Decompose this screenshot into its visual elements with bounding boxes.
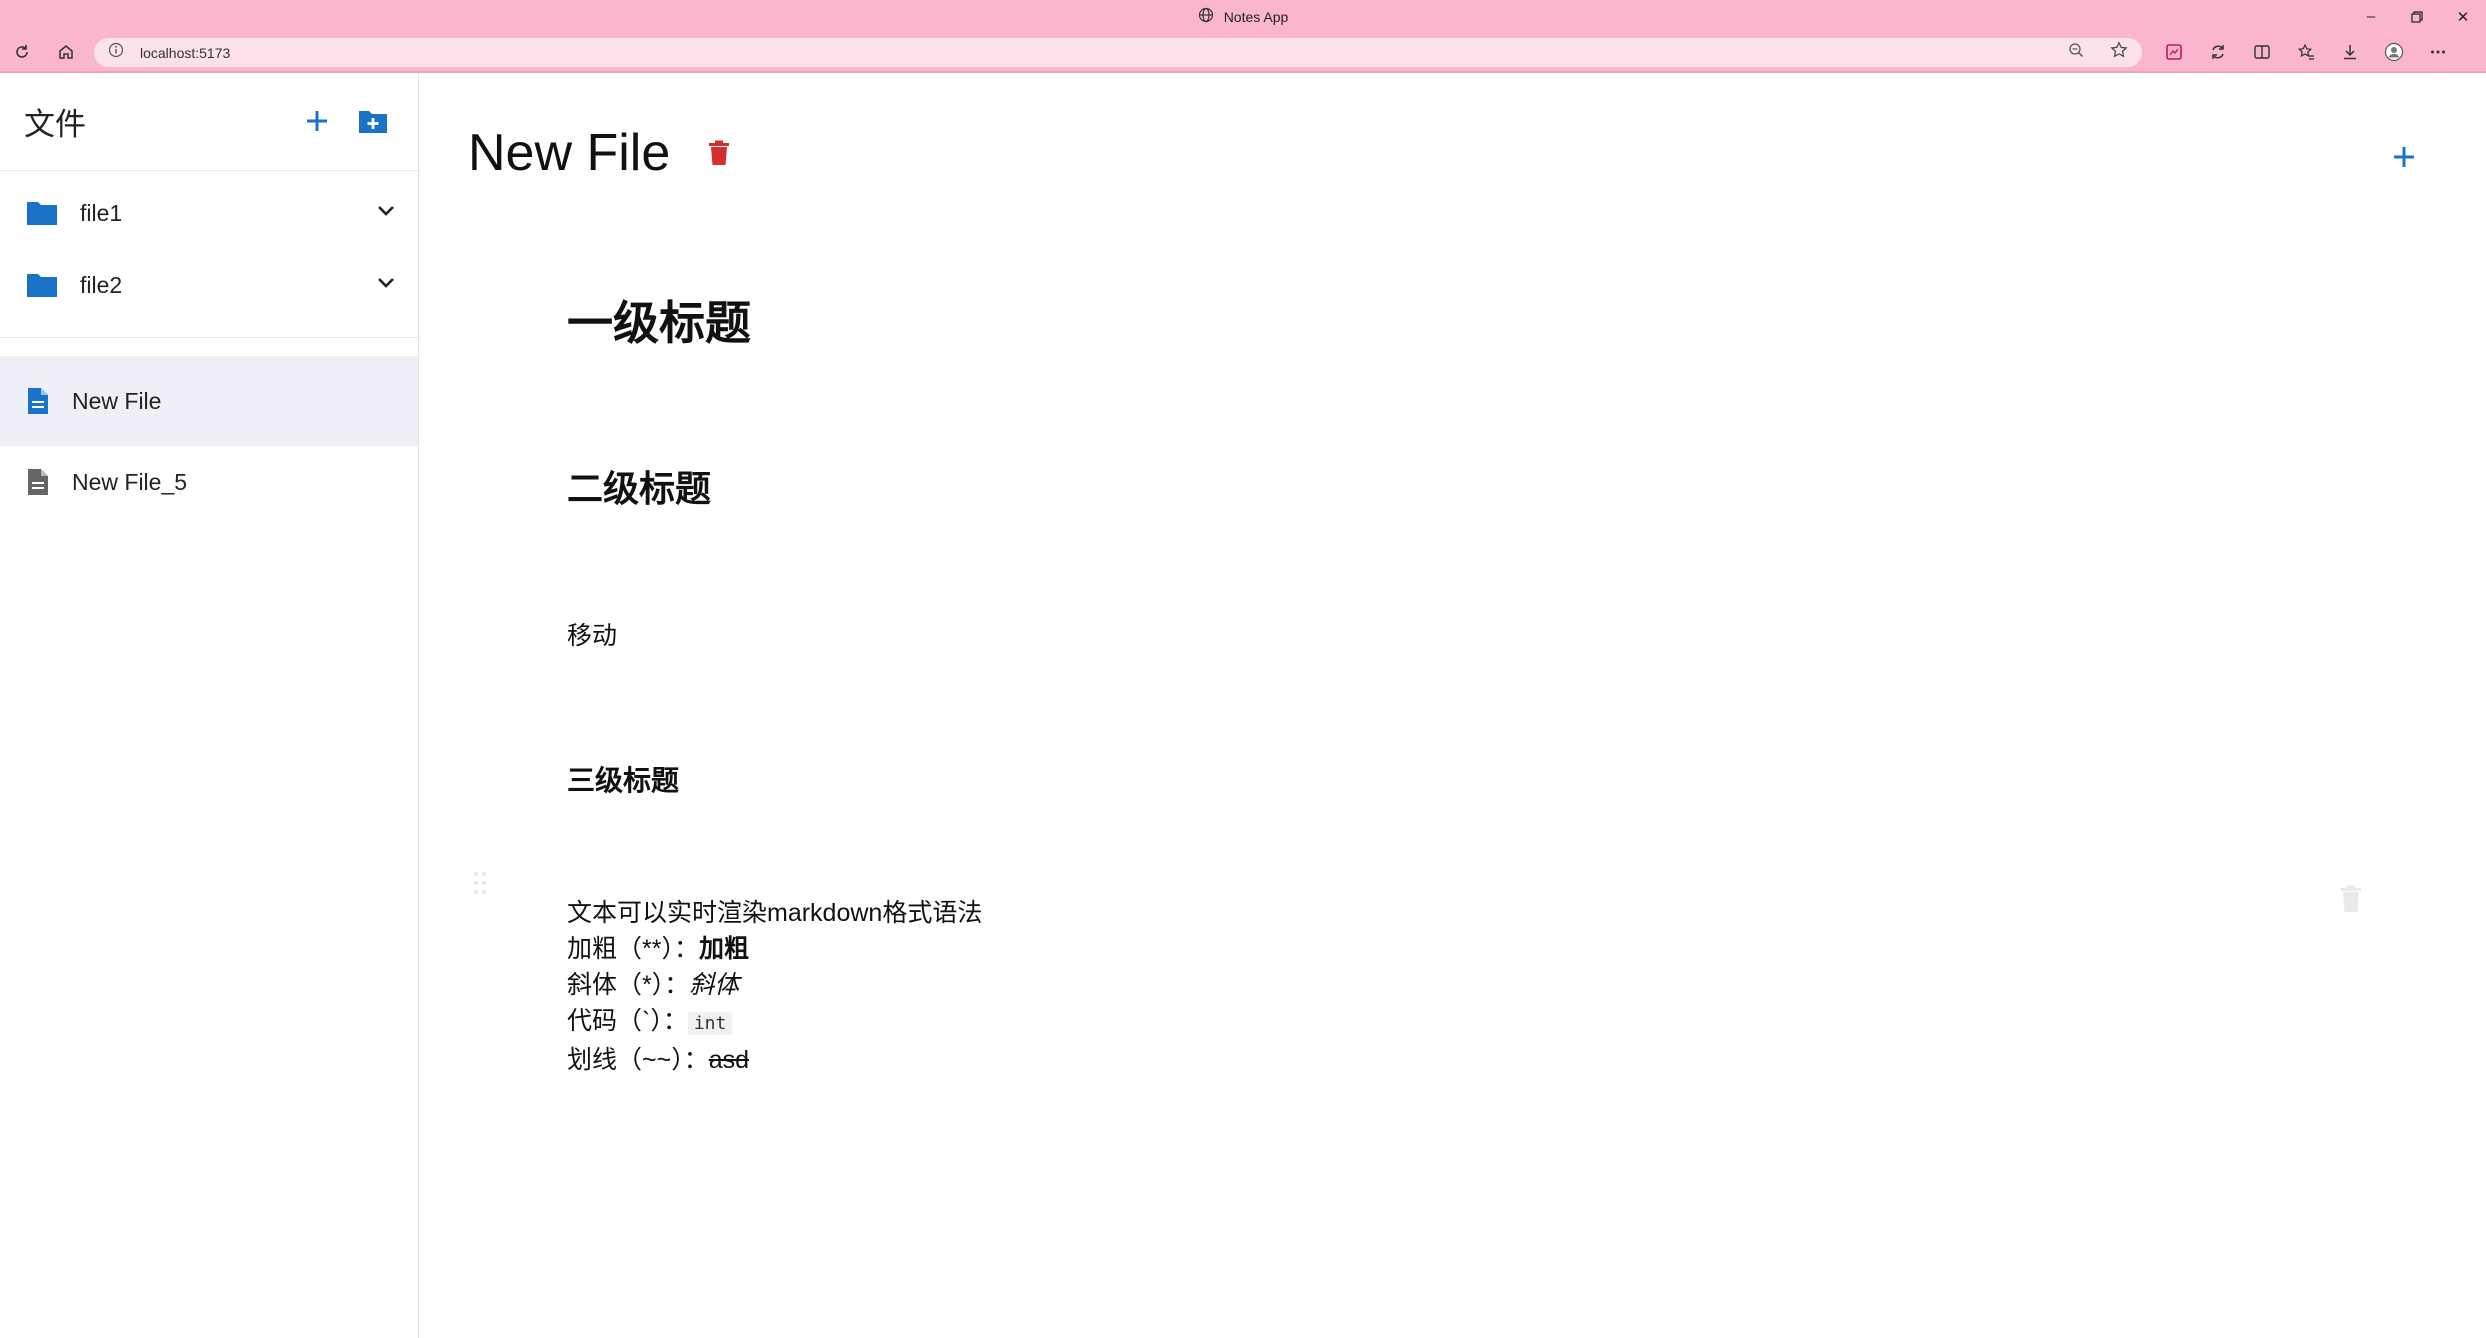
document-title[interactable]: New File (468, 123, 670, 183)
add-block-button[interactable] (2386, 139, 2422, 175)
url-text[interactable]: localhost:5173 (140, 45, 230, 61)
delete-file-button[interactable] (704, 136, 734, 170)
add-file-button[interactable] (300, 104, 334, 138)
folder-list: file1 file2 (0, 171, 418, 338)
favorites-icon[interactable] (2284, 33, 2328, 71)
md-intro-line: 文本可以实时渲染markdown格式语法 (567, 899, 983, 927)
chevron-down-icon[interactable] (374, 199, 398, 223)
minimize-icon[interactable]: – (2348, 0, 2394, 33)
address-bar[interactable]: localhost:5173 (94, 38, 2142, 67)
strike-label: 划线（~~）： (567, 1046, 709, 1074)
split-screen-icon[interactable] (2240, 33, 2284, 71)
plus-icon (307, 111, 327, 131)
file-item-new-file-5[interactable]: New File_5 (0, 446, 418, 518)
folder-icon (27, 202, 57, 225)
file-item-new-file[interactable]: New File (0, 356, 418, 446)
add-folder-button[interactable] (356, 104, 390, 138)
paragraph-block[interactable]: 移动 (567, 616, 617, 652)
plus-icon (2394, 147, 2414, 167)
code-sample: int (687, 1012, 733, 1035)
italic-line: 斜体（*）：斜体 (567, 967, 982, 1003)
heading-level-2[interactable]: 二级标题 (567, 460, 711, 512)
home-icon[interactable] (44, 33, 88, 71)
heading-level-1[interactable]: 一级标题 (567, 287, 751, 353)
extension-icon[interactable] (2152, 33, 2196, 71)
code-line: 代码（`）： int (567, 1003, 982, 1042)
bold-line: 加粗（**）：加粗 (567, 931, 982, 967)
folder-icon (27, 274, 57, 297)
browser-titlebar: Notes App – ✕ (0, 0, 2486, 33)
chevron-down-icon[interactable] (374, 271, 398, 295)
restore-icon[interactable] (2394, 0, 2440, 33)
document-icon (28, 469, 48, 495)
close-icon[interactable]: ✕ (2440, 0, 2486, 33)
folder-label: file1 (80, 199, 123, 226)
folder-item-file2[interactable]: file2 (0, 249, 418, 321)
browser-toolbar: localhost:5173 (0, 33, 2486, 71)
star-icon[interactable] (2110, 41, 2128, 64)
italic-label: 斜体（*）： (567, 971, 690, 999)
sync-icon[interactable] (2196, 33, 2240, 71)
more-icon[interactable] (2416, 33, 2460, 71)
folder-plus-icon (359, 111, 387, 133)
window-title: Notes App (1198, 7, 1289, 26)
heading-level-3[interactable]: 三级标题 (567, 759, 679, 799)
markdown-block[interactable]: 文本可以实时渲染markdown格式语法 加粗（**）：加粗 斜体（*）：斜体 … (567, 895, 982, 1078)
trash-icon (709, 140, 730, 165)
italic-sample: 斜体 (689, 971, 740, 999)
download-icon[interactable] (2328, 33, 2372, 71)
window-title-text: Notes App (1223, 8, 1289, 25)
block-trash-icon[interactable] (2340, 885, 2362, 913)
drag-handle-icon[interactable] (472, 870, 488, 896)
folder-item-file1[interactable]: file1 (0, 177, 418, 249)
zoom-icon[interactable] (2068, 42, 2084, 63)
bold-label: 加粗（**）： (567, 935, 699, 963)
document-icon (28, 388, 48, 414)
strike-sample: asd (708, 1046, 750, 1074)
file-label: New File_5 (72, 468, 188, 495)
bold-sample: 加粗 (698, 935, 749, 963)
folder-label: file2 (80, 271, 123, 298)
info-icon[interactable] (108, 42, 124, 63)
document-header: New File (468, 123, 734, 183)
code-label: 代码（`）： (567, 1007, 688, 1035)
file-sidebar: 文件 file1 file2 New File New File_5 (0, 73, 419, 1338)
editor-area: New File 一级标题 二级标题 移动 三级标题 文本可以实时渲染markd… (420, 73, 2486, 1338)
file-list: New File New File_5 (0, 338, 418, 518)
sidebar-header: 文件 (0, 73, 418, 171)
sidebar-title: 文件 (24, 107, 86, 142)
globe-icon (1198, 7, 1214, 26)
file-label: New File (72, 387, 162, 414)
strike-line: 划线（~~）：asd (567, 1042, 982, 1078)
profile-icon[interactable] (2372, 33, 2416, 71)
reload-icon[interactable] (0, 33, 44, 71)
